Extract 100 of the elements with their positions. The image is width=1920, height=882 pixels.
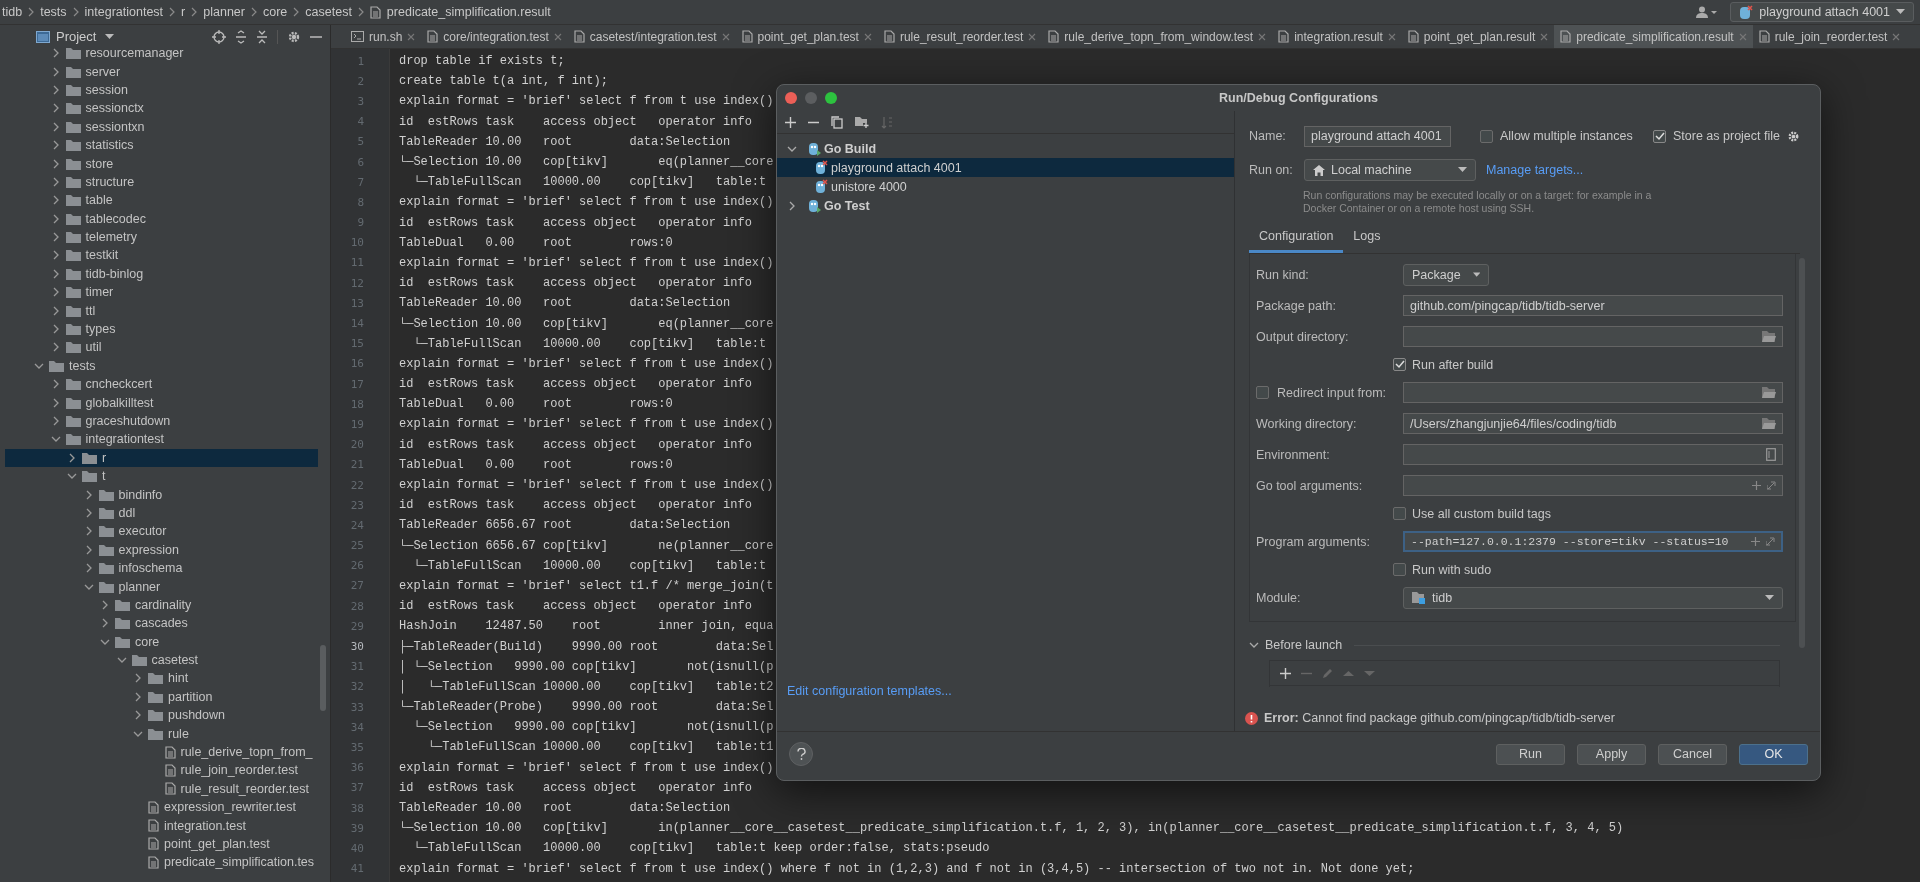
chevron-right-icon[interactable] xyxy=(52,121,59,132)
chevron-right-icon[interactable] xyxy=(52,232,59,243)
chevron-right-icon[interactable] xyxy=(52,324,59,335)
editor-tab[interactable]: rule_join_reorder.test xyxy=(1752,25,1907,48)
tree-item[interactable]: predicate_simplification.tes xyxy=(5,853,318,872)
editor-tab[interactable]: point_get_plan.test xyxy=(735,25,878,48)
panel-title[interactable]: Project xyxy=(56,29,97,44)
breadcrumb-item[interactable]: tests xyxy=(40,5,67,19)
tree-item[interactable]: tidb-binlog xyxy=(5,264,318,284)
chevron-right-icon[interactable] xyxy=(85,507,92,518)
chevron-right-icon[interactable] xyxy=(52,397,59,408)
editor-tab[interactable]: run.sh xyxy=(345,25,422,48)
chevron-right-icon[interactable] xyxy=(52,342,59,353)
close-icon[interactable] xyxy=(721,32,730,41)
expand-icon[interactable] xyxy=(1767,481,1776,490)
tree-item[interactable]: server xyxy=(5,62,318,81)
name-field[interactable]: playground attach 4001 xyxy=(1304,125,1451,147)
breadcrumb-item[interactable]: r xyxy=(181,5,186,19)
tree-item[interactable]: cardinality xyxy=(5,595,318,615)
dialog-button[interactable]: Run xyxy=(1496,743,1565,765)
chevron-down-icon[interactable] xyxy=(50,436,61,443)
tree-item[interactable]: tests xyxy=(5,356,318,376)
folder-icon[interactable] xyxy=(1762,331,1776,342)
chevron-right-icon[interactable] xyxy=(52,250,59,261)
tree-item[interactable]: statistics xyxy=(5,135,318,155)
settings-icon[interactable] xyxy=(287,29,301,44)
arguments-field[interactable]: --path=127.0.0.1:2379 --store=tikv --status=10 xyxy=(1403,531,1783,552)
tree-item[interactable]: infoschema xyxy=(5,558,318,578)
close-icon[interactable] xyxy=(1387,32,1396,41)
chevron-right-icon[interactable] xyxy=(52,416,59,426)
tree-item[interactable]: table xyxy=(5,191,318,210)
tree-item[interactable]: planner xyxy=(5,577,318,596)
package-path-field[interactable]: github.com/pingcap/tidb/tidb-server xyxy=(1403,295,1783,316)
tree-item[interactable]: graceshutdown xyxy=(5,411,318,431)
checkbox-label[interactable]: Run after build xyxy=(1412,357,1494,372)
editor-tab[interactable]: integration.result xyxy=(1272,25,1402,48)
configuration-item[interactable]: playground attach 4001 xyxy=(777,158,1234,177)
tree-item[interactable]: rule_result_reorder.test xyxy=(5,779,318,798)
close-icon[interactable] xyxy=(1892,32,1901,41)
chevron-right-icon[interactable] xyxy=(85,544,92,555)
collapse-all-icon[interactable] xyxy=(256,29,268,44)
tree-item[interactable]: executor xyxy=(5,522,318,541)
chevron-down-icon[interactable] xyxy=(34,362,44,369)
tree-item[interactable]: util xyxy=(5,338,318,357)
close-icon[interactable] xyxy=(1028,32,1037,41)
new-folder-icon[interactable] xyxy=(855,116,869,128)
copy-icon[interactable] xyxy=(831,115,843,129)
chevron-right-icon[interactable] xyxy=(102,599,108,610)
help-button[interactable] xyxy=(789,742,813,766)
chevron-down-icon[interactable] xyxy=(100,638,110,645)
tree-item[interactable]: expression xyxy=(5,540,318,559)
chevron-down-icon[interactable] xyxy=(787,145,797,152)
add-icon[interactable] xyxy=(1280,667,1291,679)
tree-item[interactable]: t xyxy=(5,467,318,486)
chevron-right-icon[interactable] xyxy=(85,563,92,574)
zoom-button[interactable] xyxy=(825,92,837,104)
section-title[interactable]: Before launch xyxy=(1265,638,1343,652)
path-field[interactable] xyxy=(1403,382,1783,403)
dialog-button[interactable]: Cancel xyxy=(1658,743,1727,765)
editor-tab[interactable]: casetest/integration.test xyxy=(567,25,736,48)
tree-item[interactable]: testkit xyxy=(5,246,318,265)
chevron-right-icon[interactable] xyxy=(52,305,59,316)
tree-item[interactable]: casetest xyxy=(5,650,318,670)
checkbox-label[interactable]: Run with sudo xyxy=(1412,562,1492,577)
environment-field[interactable] xyxy=(1403,444,1783,465)
chevron-right-icon[interactable] xyxy=(52,103,59,114)
document-icon[interactable] xyxy=(1766,448,1776,461)
checkbox-label[interactable]: Store as project file xyxy=(1673,129,1780,143)
dialog-button[interactable]: Apply xyxy=(1577,743,1646,765)
chevron-right-icon[interactable] xyxy=(52,66,59,77)
tree-item[interactable]: tablecodec xyxy=(5,209,318,228)
chevron-right-icon[interactable] xyxy=(52,84,59,95)
tree-item[interactable]: core xyxy=(5,632,318,651)
configuration-item[interactable]: Go Build xyxy=(777,139,1234,158)
run-configuration-dropdown[interactable]: playground attach 4001 xyxy=(1730,2,1914,22)
editor-tab[interactable]: rule_result_reorder.test xyxy=(877,25,1043,48)
tree-item[interactable]: pushdown xyxy=(5,706,318,725)
scrollbar-thumb[interactable] xyxy=(320,645,326,711)
tree-item[interactable]: partition xyxy=(5,687,318,707)
chevron-right-icon[interactable] xyxy=(135,673,141,684)
tree-item[interactable]: session xyxy=(5,80,318,100)
tab[interactable]: Configuration xyxy=(1249,224,1344,253)
chevron-down-icon[interactable] xyxy=(133,730,143,737)
checkbox[interactable] xyxy=(1393,563,1406,576)
checkbox[interactable] xyxy=(1480,129,1493,143)
tree-item[interactable]: rule xyxy=(5,724,318,743)
locate-icon[interactable] xyxy=(212,29,226,44)
chevron-down-icon[interactable] xyxy=(67,473,77,480)
chevron-right-icon[interactable] xyxy=(52,195,59,206)
chevron-down-icon[interactable] xyxy=(116,657,127,664)
chevron-right-icon[interactable] xyxy=(52,213,59,224)
run-kind-dropdown[interactable]: Package xyxy=(1403,263,1489,286)
folder-icon[interactable] xyxy=(1762,387,1776,398)
chevron-right-icon[interactable] xyxy=(52,48,59,59)
configuration-item[interactable]: Go Test xyxy=(777,196,1234,215)
checkbox-label[interactable]: Use all custom build tags xyxy=(1412,506,1551,521)
checkbox-label[interactable]: Allow multiple instances xyxy=(1500,129,1633,143)
tree-item[interactable]: integration.test xyxy=(5,816,318,835)
add-icon[interactable] xyxy=(785,116,796,128)
chevron-right-icon[interactable] xyxy=(52,287,59,298)
